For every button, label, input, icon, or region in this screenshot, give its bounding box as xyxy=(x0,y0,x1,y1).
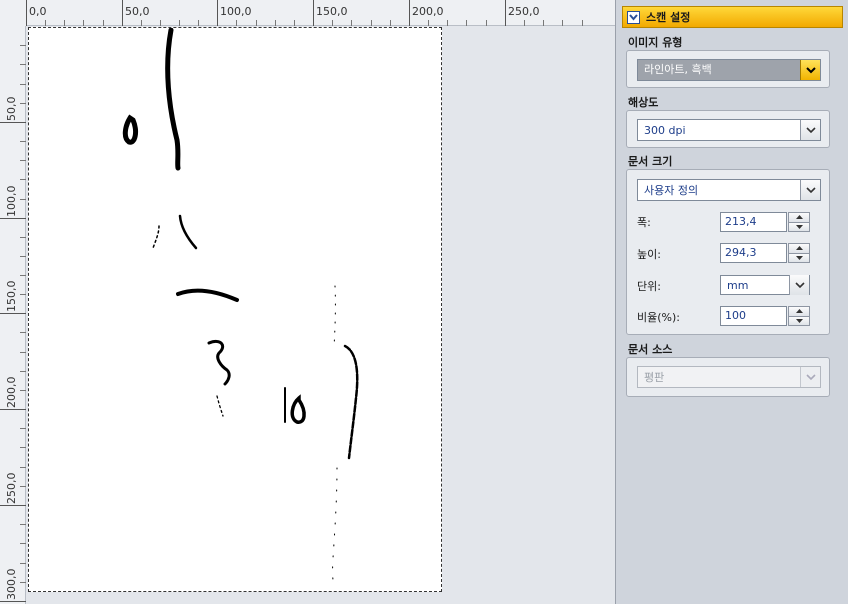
ruler-label: 0,0 xyxy=(29,5,47,18)
ruler-tick xyxy=(217,0,218,26)
unit-value: mm xyxy=(727,278,749,292)
ruler-corner xyxy=(0,0,26,26)
triangle-up-icon[interactable] xyxy=(788,243,810,254)
scale-input[interactable]: 100 xyxy=(720,306,787,326)
ruler-horizontal: 0,0 50,0 100,0 150,0 200,0 250,0 xyxy=(0,0,615,26)
image-type-value: 라인아트, 흑백 xyxy=(638,60,800,80)
image-type-select[interactable]: 라인아트, 흑백 xyxy=(637,59,821,81)
resolution-select[interactable]: 300 dpi xyxy=(637,119,821,141)
ruler-label: 250,0 xyxy=(5,472,18,505)
scan-settings-header[interactable]: 스캔 설정 xyxy=(622,6,843,28)
ruler-label: 250,0 xyxy=(508,5,540,18)
document-source-value: 평판 xyxy=(644,371,665,384)
document-size-label: 문서 크기 xyxy=(628,155,673,168)
chevron-down-icon xyxy=(800,367,820,387)
ruler-label: 50,0 xyxy=(125,5,150,18)
chevron-down-icon[interactable] xyxy=(800,120,820,140)
unit-select[interactable]: mm xyxy=(720,275,810,295)
triangle-down-icon[interactable] xyxy=(788,316,810,326)
height-label: 높이: xyxy=(637,248,661,261)
unit-label: 단위: xyxy=(637,280,661,293)
ruler-label: 200,0 xyxy=(5,376,18,409)
ruler-label: 300,0 xyxy=(5,568,18,601)
scanned-handwriting-image xyxy=(122,28,359,589)
document-source-group: 평판 xyxy=(626,357,830,397)
height-input[interactable]: 294,3 xyxy=(720,243,787,263)
chevron-down-icon[interactable] xyxy=(789,275,809,295)
panel-title: 스캔 설정 xyxy=(646,11,691,24)
triangle-down-icon[interactable] xyxy=(788,253,810,263)
ruler-label: 200,0 xyxy=(412,5,444,18)
document-size-group: 사용자 정의 폭: 213,4 높이: 294,3 단위: mm 비율(%): … xyxy=(626,169,830,335)
ruler-label: 150,0 xyxy=(316,5,348,18)
document-size-value: 사용자 정의 xyxy=(644,184,699,197)
scan-settings-panel: 스캔 설정 이미지 유형 라인아트, 흑백 해상도 300 dpi 문서 크기 … xyxy=(615,0,848,604)
ruler-label: 50,0 xyxy=(5,96,18,122)
ruler-tick xyxy=(505,0,506,26)
document-size-select[interactable]: 사용자 정의 xyxy=(637,179,821,201)
triangle-up-icon[interactable] xyxy=(788,212,810,223)
width-input[interactable]: 213,4 xyxy=(720,212,787,232)
ruler-tick xyxy=(122,0,123,26)
width-label: 폭: xyxy=(637,216,651,229)
resolution-group: 300 dpi xyxy=(626,110,830,148)
ruler-vertical: 50,0 100,0 150,0 200,0 250,0 300,0 xyxy=(0,26,26,604)
scale-label: 비율(%): xyxy=(637,311,680,324)
image-type-label: 이미지 유형 xyxy=(628,36,683,49)
ruler-label: 100,0 xyxy=(220,5,252,18)
scan-preview-area[interactable]: 0,0 50,0 100,0 150,0 200,0 250,0 50,0 10… xyxy=(0,0,615,604)
ruler-tick xyxy=(26,0,27,26)
chevron-down-icon[interactable] xyxy=(800,60,820,80)
chevron-down-icon[interactable] xyxy=(800,180,820,200)
collapse-icon[interactable] xyxy=(627,10,640,24)
ruler-tick xyxy=(409,0,410,26)
triangle-up-icon[interactable] xyxy=(788,306,810,317)
width-stepper[interactable]: 213,4 xyxy=(720,212,810,232)
scale-stepper[interactable]: 100 xyxy=(720,306,810,326)
image-type-group: 라인아트, 흑백 xyxy=(626,50,830,88)
ruler-label: 150,0 xyxy=(5,280,18,313)
triangle-down-icon[interactable] xyxy=(788,222,810,232)
resolution-value: 300 dpi xyxy=(644,123,686,137)
document-source-label: 문서 소스 xyxy=(628,343,673,356)
scan-page-preview[interactable] xyxy=(28,27,442,592)
ruler-label: 100,0 xyxy=(5,185,18,218)
height-stepper[interactable]: 294,3 xyxy=(720,243,810,263)
resolution-label: 해상도 xyxy=(628,96,659,109)
ruler-tick xyxy=(313,0,314,26)
document-source-select: 평판 xyxy=(637,366,821,388)
